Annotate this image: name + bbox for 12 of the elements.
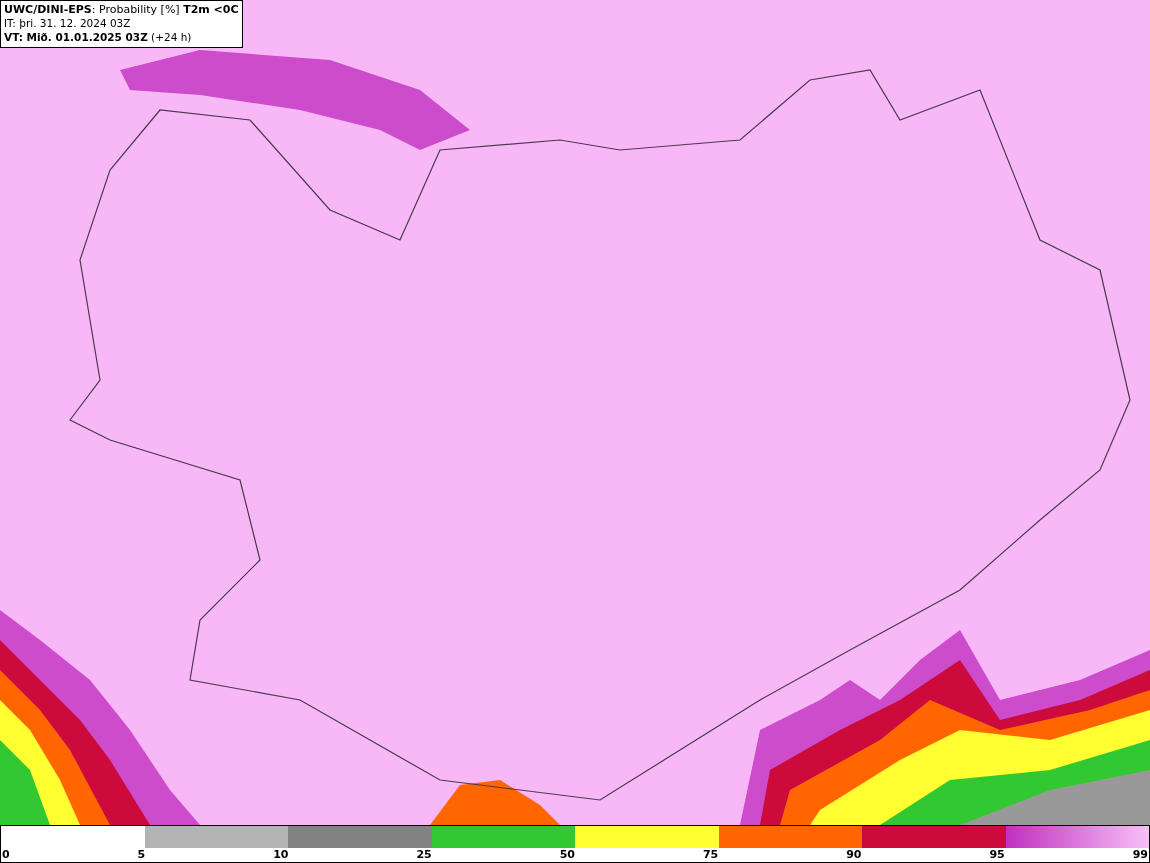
legend-label: 25 [416, 848, 432, 861]
legend-label: 95 [989, 848, 1005, 861]
legend-label: 5 [137, 848, 146, 861]
legend-label: 0 [2, 848, 10, 861]
title-line: VT: Mið. 01.01.2025 03Z (+24 h) [4, 30, 193, 45]
legend-label: 90 [846, 848, 862, 861]
title-line: UWC/DINI-EPS: Probability [%] T2m <0C [4, 3, 239, 18]
legend-label: 75 [702, 848, 719, 861]
legend-label: 99 [1132, 848, 1148, 861]
legend-label: 50 [559, 848, 575, 861]
legend-label: 10 [273, 848, 289, 861]
title-line: IT: þri. 31. 12. 2024 03Z [4, 17, 132, 31]
